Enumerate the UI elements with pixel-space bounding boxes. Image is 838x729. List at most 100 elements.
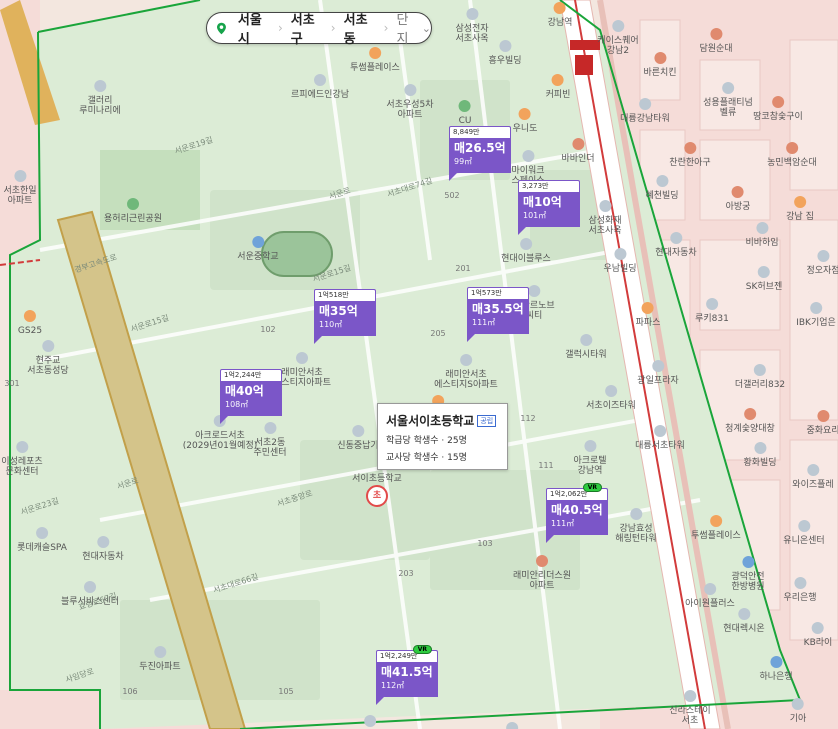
school-info-popup[interactable]: 서울서이초등학교 공립 학급당 학생수 · 25명 교사당 학생수 · 15명 [377,403,508,470]
place-label[interactable]: 농민백암순대 [767,142,817,169]
place-label[interactable]: 담원순대 [699,28,733,55]
filter-dong[interactable]: 서초동 [336,9,384,47]
place-label[interactable]: 우남빌딩 [603,248,637,275]
place-label[interactable]: 현대이블루스 [501,238,551,265]
chevron-down-icon[interactable]: ⌄ [422,22,431,35]
place-label[interactable]: IBK기업은 [796,302,836,329]
place-label[interactable]: 갤럭시타워 [565,334,607,361]
listing-marker[interactable]: 8,849만 매26.5억 99㎡ [449,126,511,181]
place-label[interactable]: 성용플래티넘 벨류 [703,82,753,119]
place-label[interactable]: 대륭서초타워 [635,425,685,452]
place-label[interactable]: 루키831 [695,298,729,325]
place-label[interactable]: 흥우빌딩 [488,40,522,67]
place-label[interactable]: 광덕안전 한방병원 [731,556,765,593]
place-label[interactable]: 유니온센터 [783,520,825,547]
place-label[interactable]: 대륭강남타워 [620,98,670,125]
place-label[interactable]: 바른치킨 [643,52,677,79]
place-label[interactable]: 현대자동차 [82,536,124,563]
place-label[interactable]: 광일프라자 [637,360,679,387]
poi-icon [36,527,48,539]
place-label[interactable]: 파파스 [636,302,660,329]
place-label[interactable]: 투썸플레이스 [691,515,741,542]
sale-price: 매26.5억 [454,141,506,155]
map-view[interactable]: 서울시 › 서초구 › 서초동 › 단지 ⌄ 삼성전자 서초사옥 강남역케이스퀘어 강… [0,0,838,729]
place-label[interactable]: 삼성화재 서초사옥 [588,200,622,237]
unit-area: 110㎡ [319,320,343,329]
listing-marker[interactable]: 1억2,244만 매40억 108㎡ [220,369,282,424]
place-label[interactable]: 바바인더 [561,138,595,165]
place-label[interactable]: 갤러리 루미나리에 [79,80,121,117]
place-label[interactable]: 와이즈플레 [792,464,834,491]
poi-icon [127,198,139,210]
place-label[interactable]: 래미안서초 에스티지S아파트 [434,354,498,391]
place-label[interactable]: 더갤러리832 [735,364,785,391]
place-label[interactable]: 투썸플레이스 [350,47,400,74]
place-label[interactable]: 찬란한아구 [669,142,711,169]
listing-marker[interactable]: 1억573만 매35.5억 111㎡ [467,287,529,342]
unit-area: 101㎡ [523,211,547,220]
place-label[interactable]: 서초이즈타워 [586,385,636,412]
place-label[interactable]: 하나은행 [759,656,793,683]
place-label[interactable]: 기아 [790,698,806,725]
place-label[interactable]: 르피에드인강남 [291,74,349,101]
place-label[interactable]: 서초2동 주민센터 [253,422,287,459]
place-label[interactable]: 정오자점 [806,250,838,277]
place-label[interactable]: 아방궁 [726,186,750,213]
place-label[interactable]: 아이원플러스 [685,583,735,610]
vr-badge[interactable]: VR [582,483,602,492]
place-label[interactable]: 래미안리더스원 아파트 [513,555,571,592]
place-label[interactable]: 강남효성 해링턴타워 [615,508,657,545]
place-label[interactable]: 비바하임 [745,222,779,249]
place-label[interactable]: 용허리근린공원 [104,198,162,225]
place-label[interactable]: GS25 [18,310,42,337]
place-label[interactable]: 우니도 [513,108,537,135]
place-label[interactable]: 롯데캐슬SPA [17,527,67,554]
poi-icon [742,556,754,568]
place-label[interactable]: 땅코참숯구이 [753,96,803,123]
sale-price: 매41.5억 [381,665,433,679]
place-label[interactable]: SK허브젠 [746,266,782,293]
place-label[interactable]: 서초그랑자이아파트 [345,715,395,729]
filter-complex[interactable]: 단지 [388,9,425,47]
region-filter-bar[interactable]: 서울시 › 서초구 › 서초동 › 단지 ⌄ [206,9,432,47]
place-label[interactable]: 현대렉시온 [723,608,765,635]
marker-body: 매35억 110㎡ [314,301,376,344]
listing-marker[interactable]: 3,273만 매10억 101㎡ [518,180,580,235]
lot-number: 112 [520,414,536,423]
poi-icon [94,80,106,92]
place-label[interactable]: 청계숯양대창 [725,408,775,435]
place-label[interactable]: 서운중학교 [237,236,279,263]
place-label[interactable]: 케이스퀘어 강남2 [597,20,639,57]
listing-marker[interactable]: 1억2,062만 매40.5억 111㎡ VR [546,483,608,543]
poi-icon [710,515,722,527]
place-label[interactable]: 황화빌딩 [743,442,777,469]
place-label[interactable]: 중화요리 [806,410,838,437]
place-label[interactable]: 우리은행 [783,577,817,604]
school-marker-icon[interactable]: 초 [366,485,388,507]
marker-tail [467,334,475,342]
vr-badge[interactable]: VR [412,645,432,654]
poi-icon [352,425,364,437]
place-label[interactable]: 삼성전자 서초사옥 [455,8,489,45]
place-label[interactable]: 강남 집 [786,196,814,223]
place-label[interactable]: 이성레포츠 문화센터 [1,441,43,478]
place-label[interactable]: 두진아파트 [139,646,181,673]
place-label[interactable]: 신동중납기 [337,425,379,452]
place-label[interactable]: KB라이 [804,622,832,649]
place-label[interactable]: 강남역 [548,2,572,29]
place-label[interactable]: CU [459,100,471,127]
place-label[interactable]: 아크로텔 강남역 [573,440,607,477]
place-label[interactable]: 김영모과자점 [487,722,537,729]
filter-district[interactable]: 서초구 [283,9,331,47]
place-label[interactable]: 서초우성5차 아파트 [386,84,434,121]
place-label[interactable]: 현주교 서초동성당 [27,340,69,377]
place-label[interactable]: 커피빈 [546,74,570,101]
listing-marker[interactable]: 1억518만 매35억 110㎡ [314,289,376,344]
listing-marker[interactable]: 1억2,249만 매41.5억 112㎡ VR [376,645,438,705]
place-label[interactable]: 현대자동차 [655,232,697,259]
unit-area: 111㎡ [472,318,496,327]
place-label[interactable]: 신라스테이 서초 [669,690,711,727]
place-label[interactable]: 혜천빌딩 [645,175,679,202]
place-label[interactable]: 서초한일 아파트 [3,170,37,207]
filter-city[interactable]: 서울시 [230,9,278,47]
